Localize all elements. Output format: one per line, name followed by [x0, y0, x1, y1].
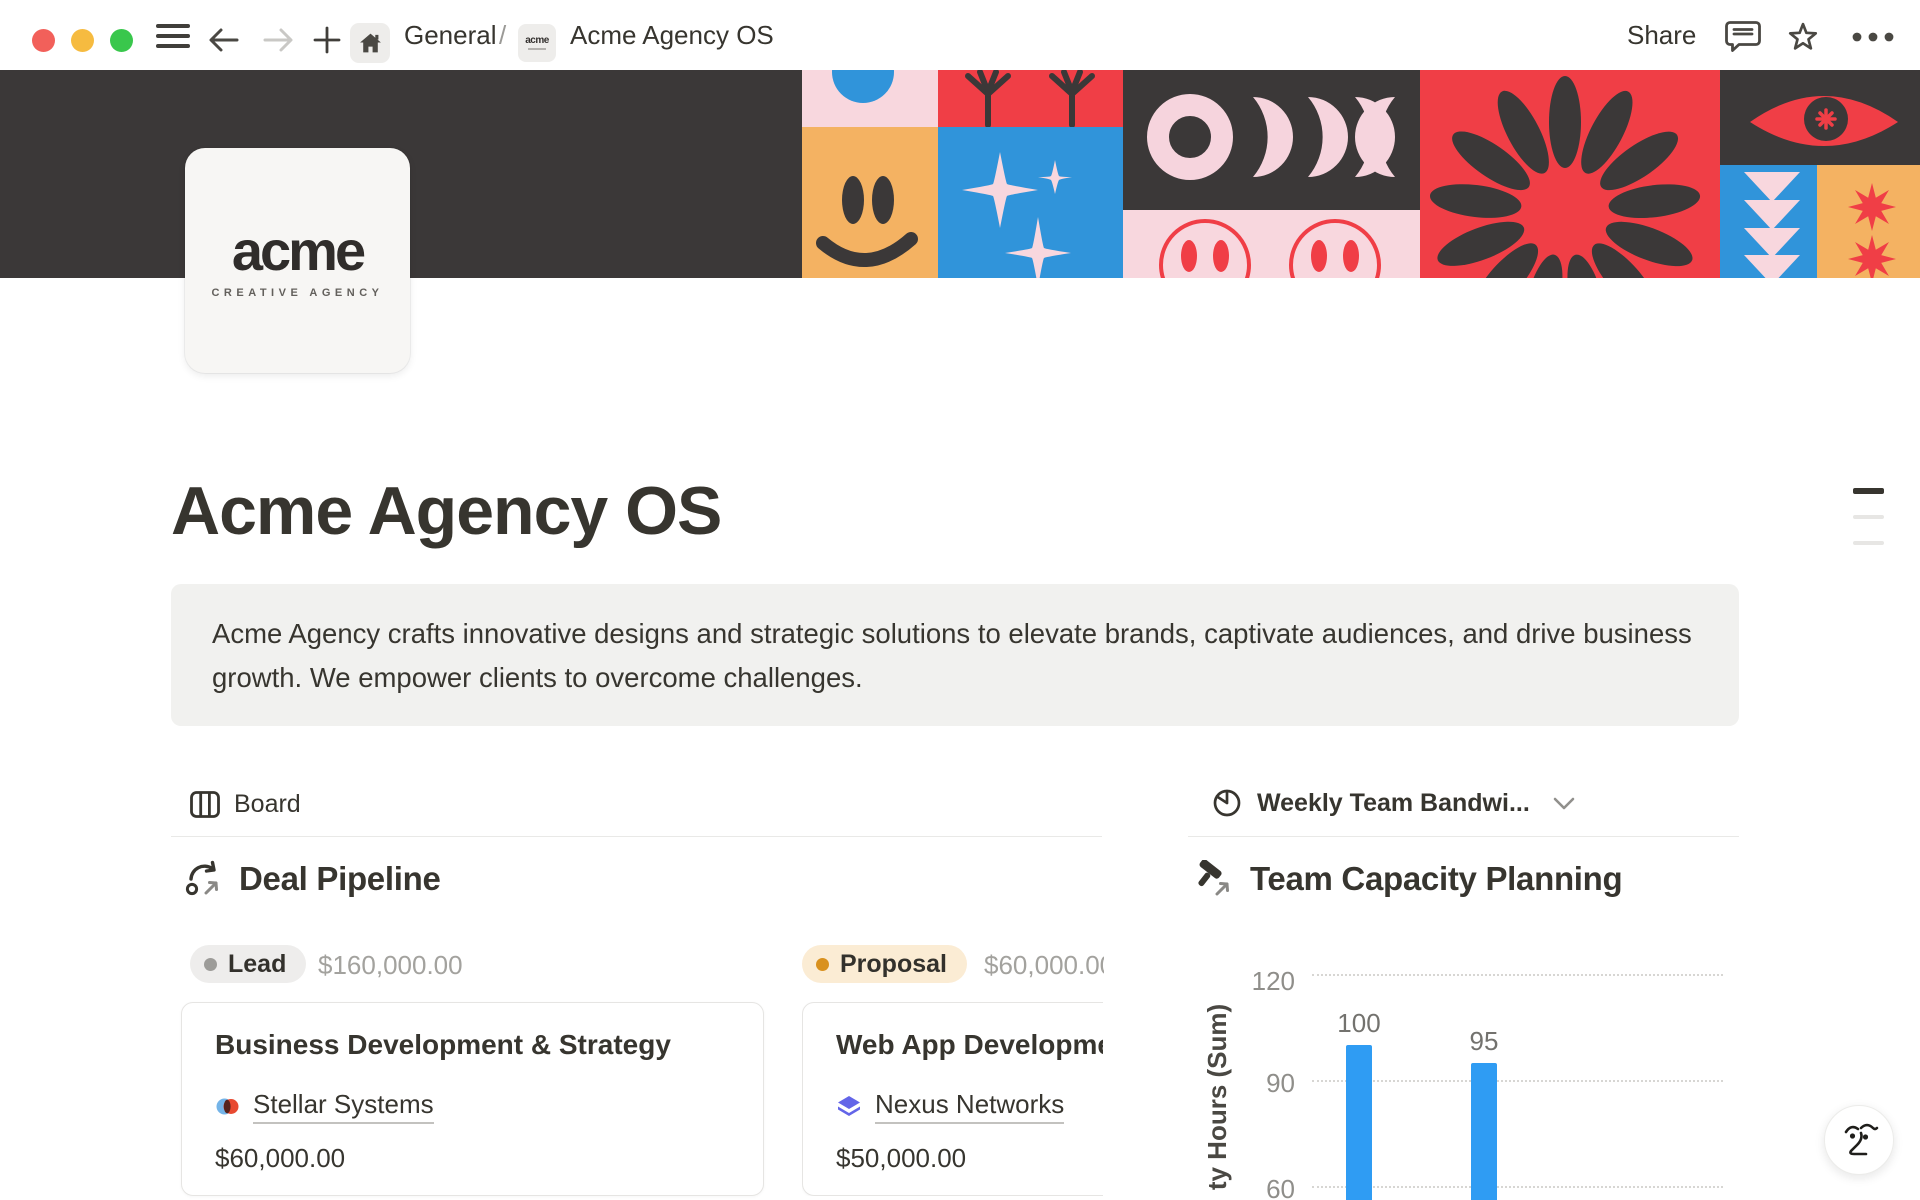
favorite-star-icon[interactable] [1786, 21, 1820, 54]
pipeline-icon [185, 860, 223, 898]
gridline-60 [1312, 1186, 1723, 1188]
chart-bar-2[interactable] [1471, 1063, 1497, 1200]
cover-tile-flower [1420, 70, 1720, 278]
comments-icon[interactable] [1725, 20, 1761, 53]
breadcrumb-workspace[interactable]: General [404, 0, 497, 70]
deal-pipeline-title: Deal Pipeline [239, 860, 441, 898]
nexus-networks-icon [836, 1094, 862, 1120]
home-icon[interactable] [350, 23, 390, 63]
y-tick-90: 90 [1233, 1068, 1295, 1099]
toc-indicator[interactable] [1853, 541, 1884, 545]
app-window: General / acme Acme Agency OS Share [0, 0, 1920, 1200]
board-divider [171, 836, 1102, 837]
cover-tile-sparkles [938, 127, 1123, 278]
y-tick-120: 120 [1233, 966, 1295, 997]
bar-value-label: 100 [1319, 1008, 1399, 1039]
page-title: Acme Agency OS [171, 472, 721, 550]
card-client-link[interactable]: Nexus Networks [836, 1089, 1064, 1124]
group-lead-pill[interactable]: Lead [190, 945, 306, 983]
breadcrumb-page-icon-text: acme [525, 36, 549, 46]
hammer-icon [1196, 860, 1234, 898]
lead-status-dot [204, 958, 217, 971]
chart-view-dropdown[interactable]: Weekly Team Bandwi... [1212, 788, 1575, 818]
chart-view-label: Weekly Team Bandwi... [1257, 789, 1530, 818]
proposal-status-label: Proposal [840, 950, 947, 979]
zoom-window-button[interactable] [110, 29, 133, 52]
more-options-icon[interactable] [1852, 32, 1894, 42]
toc-indicator-active[interactable] [1853, 488, 1884, 494]
cover-tile-stars [1817, 165, 1920, 278]
ai-face-icon [1838, 1119, 1880, 1161]
chevron-down-icon [1553, 797, 1575, 810]
board-view-icon [190, 791, 220, 818]
page-icon-acme-logo[interactable]: acme CREATIVE AGENCY [185, 148, 410, 373]
forward-arrow-icon[interactable] [262, 25, 294, 55]
acme-logo-subtext: CREATIVE AGENCY [211, 287, 383, 299]
chart-divider [1188, 836, 1739, 837]
card-title: Business Development & Strategy [215, 1029, 671, 1061]
callout-text: Acme Agency crafts innovative designs an… [212, 612, 1692, 700]
cover-tile-smiley [802, 127, 938, 278]
new-page-plus-icon[interactable] [312, 25, 342, 55]
card-amount: $60,000.00 [215, 1143, 345, 1174]
proposal-status-dot [816, 958, 829, 971]
back-arrow-icon[interactable] [208, 25, 240, 55]
share-button[interactable]: Share [1627, 0, 1696, 70]
lead-status-label: Lead [228, 950, 286, 979]
callout-block: Acme Agency crafts innovative designs an… [171, 584, 1739, 726]
gridline-90 [1312, 1080, 1723, 1082]
toc-indicator[interactable] [1853, 515, 1884, 519]
card-web-app-development[interactable]: Web App Development Nexus Networks $50,0… [802, 1002, 1103, 1196]
card-client-name: Stellar Systems [253, 1089, 434, 1124]
pie-chart-icon [1212, 788, 1242, 818]
gridline-120 [1312, 974, 1723, 976]
proposal-group-sum: $60,000.00 [984, 950, 1104, 981]
group-proposal-pill[interactable]: Proposal [802, 945, 967, 983]
breadcrumb-separator: / [499, 0, 506, 70]
team-capacity-heading: Team Capacity Planning [1196, 860, 1622, 898]
cover-tile-circle [802, 70, 938, 127]
breadcrumb-page-icon-line [528, 48, 546, 50]
card-client-link[interactable]: Stellar Systems [215, 1089, 434, 1124]
cover-tile-eye [1720, 70, 1920, 165]
breadcrumb-page-icon[interactable]: acme [518, 24, 556, 62]
stellar-systems-icon [215, 1094, 240, 1119]
cover-tile-triangles [1720, 165, 1817, 278]
card-client-name: Nexus Networks [875, 1089, 1064, 1124]
y-tick-60: 60 [1233, 1174, 1295, 1200]
card-title: Web App Development [836, 1029, 1103, 1061]
sidebar-menu-icon[interactable] [155, 22, 191, 50]
breadcrumb-page[interactable]: Acme Agency OS [570, 0, 774, 70]
minimize-window-button[interactable] [71, 29, 94, 52]
chart-y-axis-label: ty Hours (Sum) [1202, 947, 1234, 1200]
card-clip-wrapper: Web App Development Nexus Networks $50,0… [802, 1002, 1103, 1196]
tab-board-label: Board [234, 790, 301, 819]
notion-ai-button[interactable] [1824, 1105, 1894, 1175]
card-business-development[interactable]: Business Development & Strategy Stellar … [181, 1002, 764, 1196]
toolbar: General / acme Acme Agency OS Share [0, 0, 1920, 70]
chart-bar-1[interactable] [1346, 1045, 1372, 1200]
cover-tile-bursts [938, 70, 1123, 127]
close-window-button[interactable] [32, 29, 55, 52]
bar-value-label: 95 [1444, 1026, 1524, 1057]
proposal-group-sum-text: $60,000.00 [984, 950, 1104, 980]
acme-logo-text: acme [232, 223, 363, 279]
cover-tile-oddc [1123, 70, 1420, 210]
cover-tile-outline-smileys [1123, 210, 1420, 278]
team-capacity-title: Team Capacity Planning [1250, 860, 1622, 898]
lead-group-sum: $160,000.00 [318, 950, 463, 981]
card-amount: $50,000.00 [836, 1143, 966, 1174]
deal-pipeline-heading: Deal Pipeline [185, 860, 441, 898]
tab-board[interactable]: Board [190, 790, 301, 819]
